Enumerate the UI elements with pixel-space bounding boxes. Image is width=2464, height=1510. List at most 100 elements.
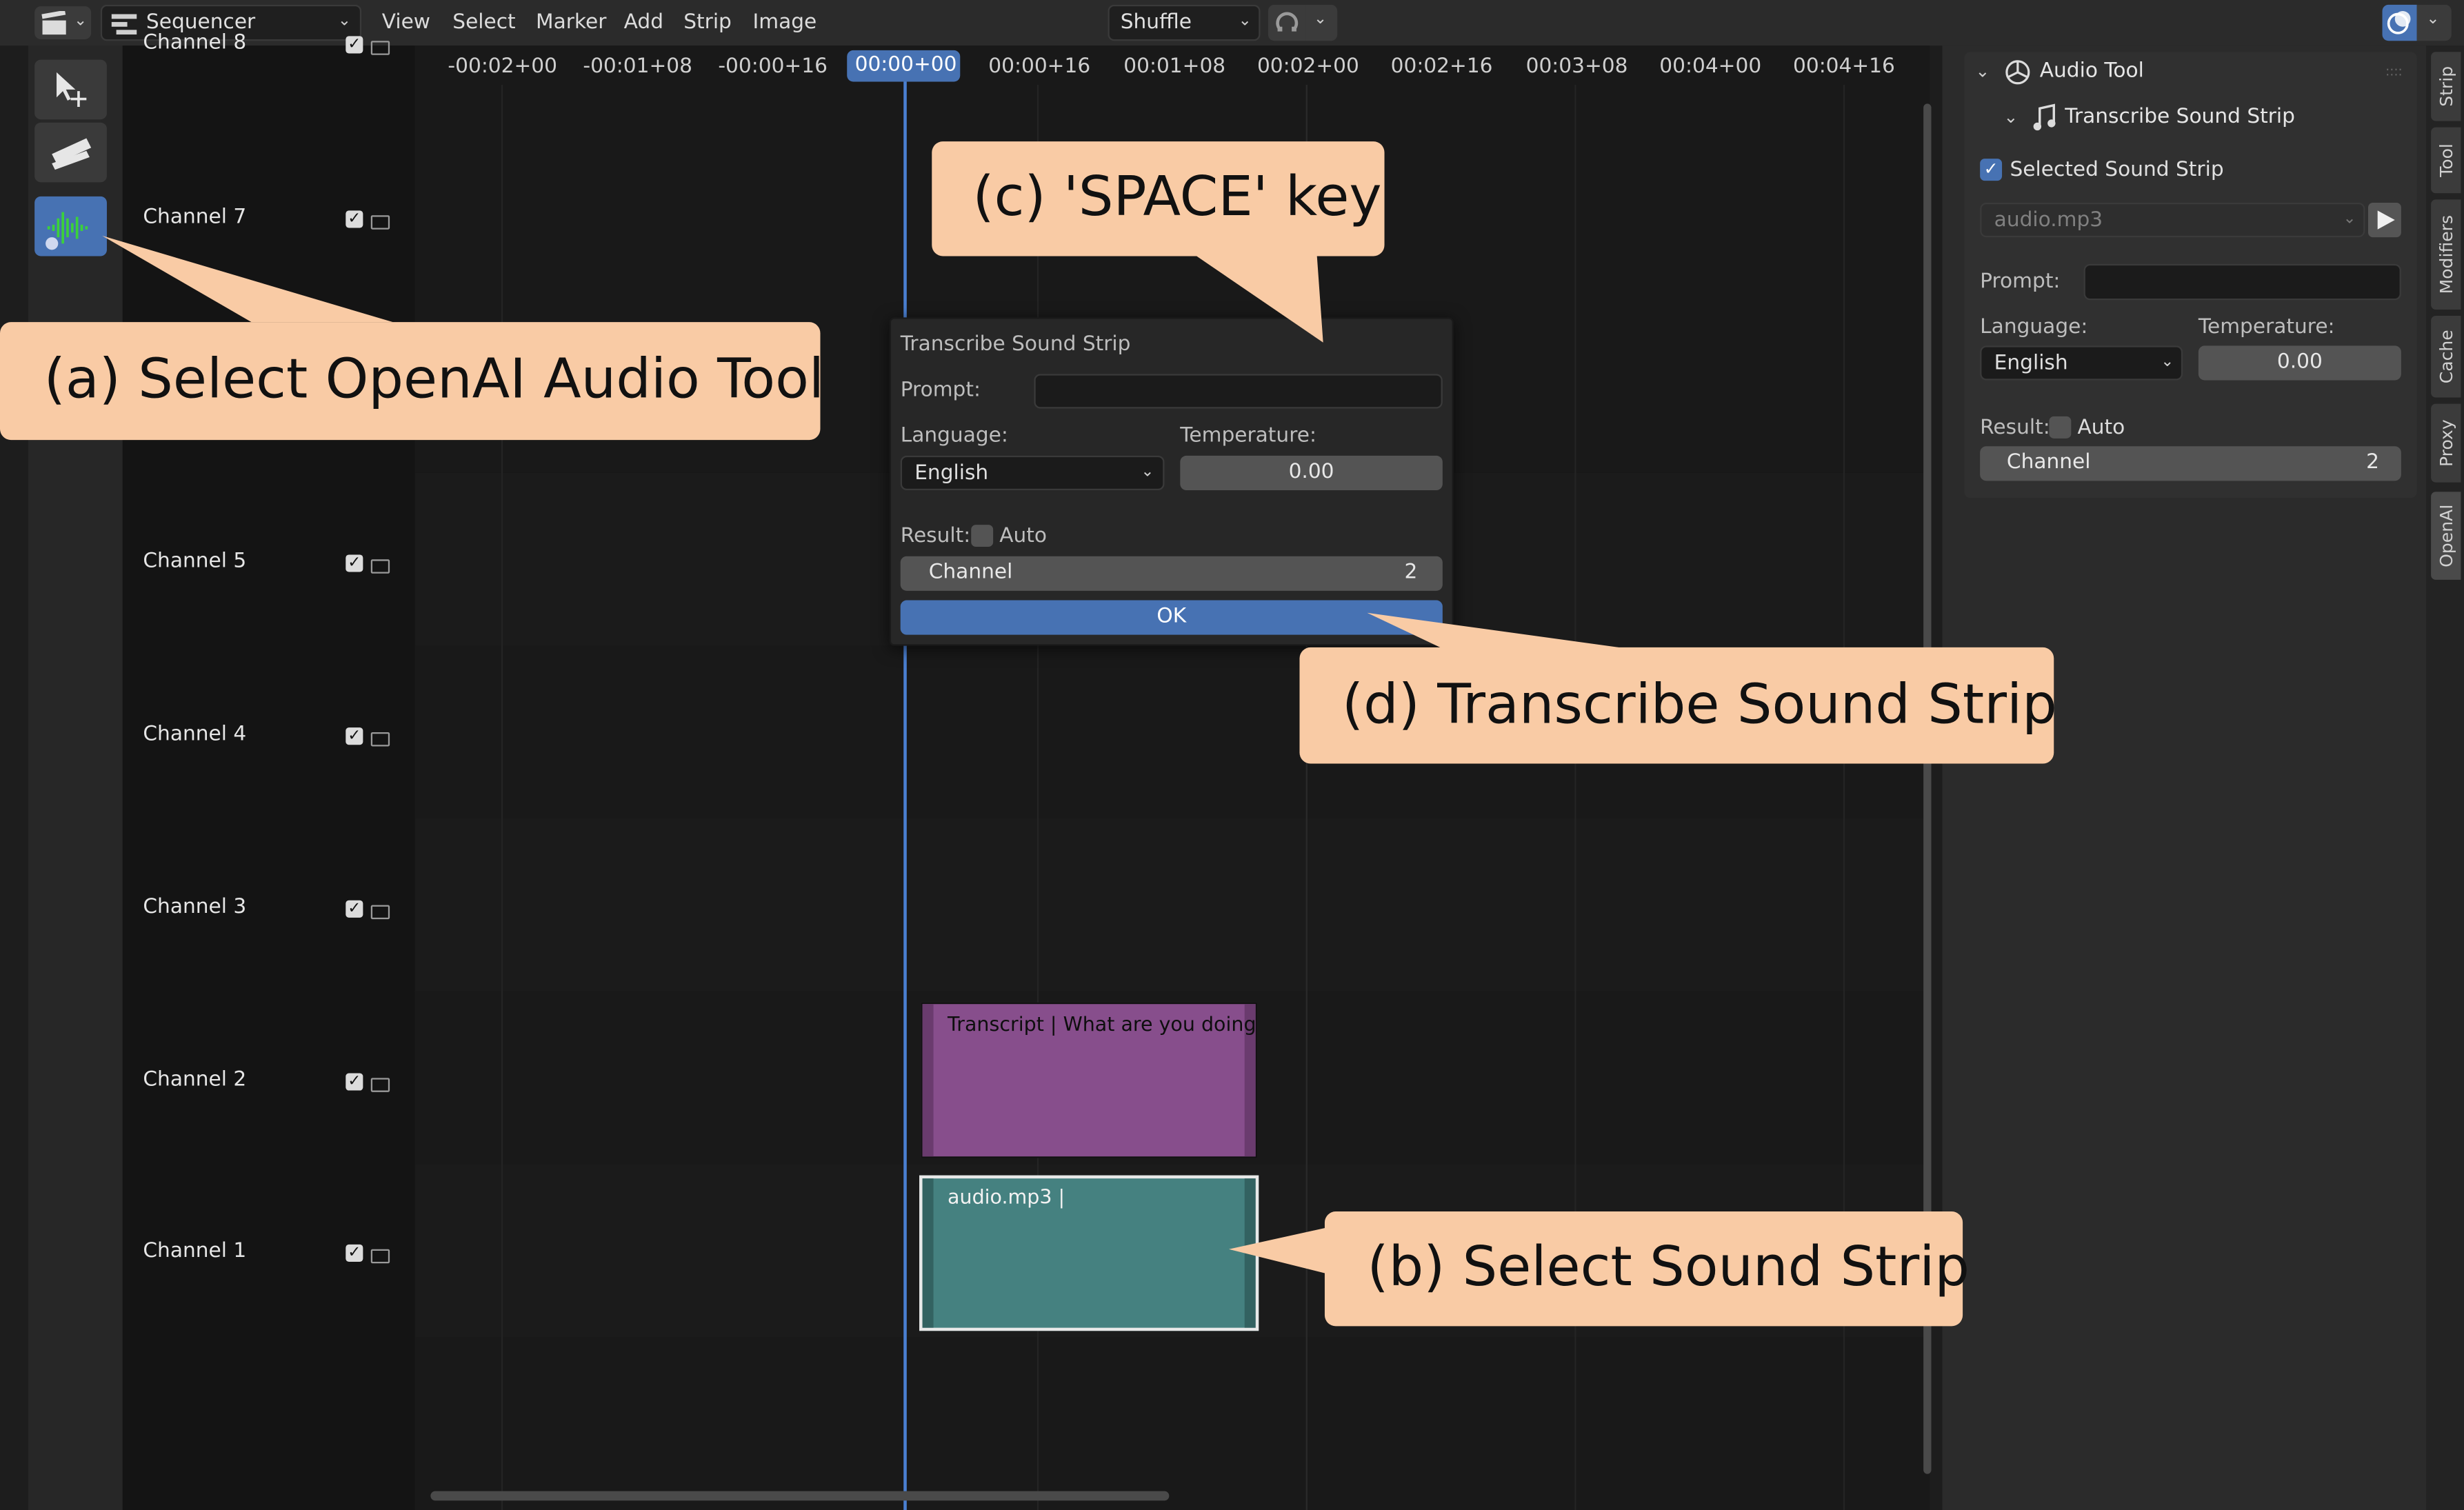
popup-title: Transcribe Sound Strip — [900, 333, 1131, 357]
channel-label: Channel 4 — [143, 723, 247, 747]
channel-row: Channel 8 ✓ — [123, 32, 415, 60]
channel-mute-checkbox[interactable]: ✓ — [345, 36, 363, 54]
tab-label: Tool — [2435, 143, 2456, 177]
snap-toggle[interactable] — [1268, 4, 1306, 41]
editor-type-button[interactable]: ⌄ — [34, 6, 92, 39]
tab-proxy[interactable]: Proxy — [2431, 403, 2461, 483]
menu-select[interactable]: Select — [452, 11, 515, 34]
tab-cache[interactable]: Cache — [2431, 316, 2461, 398]
channel-mute-checkbox[interactable]: ✓ — [345, 1244, 363, 1262]
callout-c: (c) 'SPACE' key — [932, 141, 1385, 256]
menu-strip[interactable]: Strip — [683, 11, 732, 34]
menu-image[interactable]: Image — [752, 11, 817, 34]
channel-row: Channel 3 ✓ — [123, 896, 415, 924]
channel-field[interactable]: Channel 2 — [1980, 446, 2401, 481]
play-button[interactable] — [2368, 202, 2401, 238]
menu-marker[interactable]: Marker — [536, 11, 606, 34]
temperature-field[interactable]: 0.00 — [1180, 455, 1443, 491]
language-value: English — [1994, 352, 2068, 376]
temperature-value: 0.00 — [2276, 350, 2323, 374]
transcribe-popup: Transcribe Sound Strip Prompt: Language:… — [889, 317, 1454, 646]
chevron-down-icon: ⌄ — [1141, 463, 1154, 481]
language-dropdown[interactable]: English ⌄ — [1980, 345, 2183, 381]
time-tick-label: -00:01+08 — [583, 54, 692, 79]
channel-field[interactable]: Channel 2 — [900, 556, 1443, 591]
temperature-label: Temperature: — [1180, 424, 1316, 448]
auto-label: Auto — [999, 525, 1048, 549]
tab-tool[interactable]: Tool — [2431, 127, 2461, 194]
ok-button[interactable]: OK — [900, 600, 1443, 635]
auto-checkbox[interactable] — [971, 525, 994, 547]
channel-row: Channel 7 ✓ — [123, 206, 415, 234]
tab-label: Cache — [2435, 330, 2456, 384]
tab-modifiers[interactable]: Modifiers — [2431, 199, 2461, 310]
menu-add[interactable]: Add — [624, 11, 663, 34]
result-label: Result: — [900, 525, 971, 549]
temperature-field[interactable]: 0.00 — [2198, 345, 2401, 381]
transcript-text-strip[interactable]: Transcript | What are you doing — [921, 1002, 1257, 1158]
strip-handle-left[interactable] — [922, 1004, 934, 1157]
lock-icon[interactable] — [370, 732, 390, 747]
channel-mute-checkbox[interactable]: ✓ — [345, 727, 363, 745]
panel-subheader[interactable]: Transcribe Sound Strip — [2065, 105, 2295, 129]
chevron-down-icon: ⌄ — [74, 12, 88, 30]
overlay-options-button[interactable]: ⌄ — [2416, 4, 2452, 41]
time-tick-label: 00:04+16 — [1792, 54, 1895, 79]
tab-label: Strip — [2435, 66, 2456, 107]
tab-label: Modifiers — [2435, 214, 2456, 294]
callout-a: (a) Select OpenAI Audio Tool — [0, 322, 824, 441]
prompt-input[interactable] — [2083, 263, 2401, 301]
lock-icon[interactable] — [370, 215, 390, 230]
channel-mute-checkbox[interactable]: ✓ — [345, 1073, 363, 1091]
snap-mode-dropdown[interactable]: Shuffle ⌄ — [1108, 4, 1261, 41]
blade-tool-button[interactable] — [34, 122, 107, 183]
move-tool-button[interactable] — [34, 59, 107, 120]
lock-icon[interactable] — [370, 1249, 390, 1264]
channel-label: Channel 7 — [143, 205, 247, 230]
channel-mute-checkbox[interactable]: ✓ — [345, 900, 363, 918]
openai-audio-tool-button[interactable] — [34, 196, 107, 256]
channel-mute-checkbox[interactable]: ✓ — [345, 554, 363, 572]
lock-icon[interactable] — [370, 559, 390, 574]
panel-header[interactable]: Audio Tool — [2040, 60, 2144, 83]
selected-sound-strip-label: Selected Sound Strip — [2010, 159, 2224, 183]
callout-a-text: (a) Select OpenAI Audio Tool — [43, 348, 825, 412]
prompt-label: Prompt: — [1980, 270, 2061, 294]
channel-mute-checkbox[interactable]: ✓ — [345, 210, 363, 228]
horizontal-scrollbar[interactable] — [430, 1491, 1170, 1501]
overlay-toggle[interactable] — [2382, 4, 2417, 41]
chevron-down-icon: ⌄ — [1238, 12, 1252, 30]
sound-strip-value: audio.mp3 — [1994, 209, 2103, 233]
callout-c-text: (c) 'SPACE' key — [972, 166, 1382, 230]
time-tick-label: -00:02+00 — [448, 54, 558, 79]
playhead[interactable] — [903, 81, 907, 1510]
chevron-down-icon[interactable]: ⌄ — [1975, 61, 1990, 82]
channel-headers: Channel 8 ✓ Channel 7 ✓ Channel 5 ✓ Chan… — [122, 32, 415, 1510]
drag-handle-icon[interactable]: :::: — [2385, 64, 2403, 79]
snap-options-button[interactable]: ⌄ — [1305, 4, 1338, 41]
strip-handle-right[interactable] — [1244, 1178, 1256, 1328]
callout-b-text: (b) Select Sound Strip — [1367, 1236, 1970, 1300]
sidebar-tabs: Strip Tool Modifiers Cache Proxy OpenAI — [2426, 46, 2464, 1510]
lock-icon[interactable] — [370, 41, 390, 55]
tab-strip[interactable]: Strip — [2431, 52, 2461, 121]
language-label: Language: — [1980, 316, 2088, 340]
language-dropdown[interactable]: English ⌄ — [900, 455, 1165, 491]
strip-handle-left[interactable] — [922, 1178, 934, 1328]
current-frame-indicator[interactable]: 00:00+00 — [847, 50, 961, 82]
auto-checkbox[interactable] — [2049, 416, 2072, 439]
sound-strip-dropdown: audio.mp3 ⌄ — [1980, 202, 2365, 238]
clapperboard-icon — [41, 10, 66, 35]
tab-openai[interactable]: OpenAI — [2431, 492, 2461, 580]
chevron-down-icon: ⌄ — [2343, 210, 2356, 228]
prompt-input[interactable] — [1034, 374, 1443, 409]
audio-sound-strip[interactable]: audio.mp3 | — [919, 1175, 1259, 1331]
chevron-down-icon[interactable]: ⌄ — [2003, 107, 2018, 128]
gridline — [1305, 85, 1308, 1510]
lock-icon[interactable] — [370, 1078, 390, 1092]
lock-icon[interactable] — [370, 905, 390, 920]
time-tick-label: 00:02+00 — [1256, 54, 1359, 79]
auto-label: Auto — [2077, 416, 2125, 441]
chevron-down-icon: ⌄ — [2161, 353, 2174, 371]
selected-sound-strip-checkbox[interactable]: ✓ — [1980, 159, 2003, 181]
